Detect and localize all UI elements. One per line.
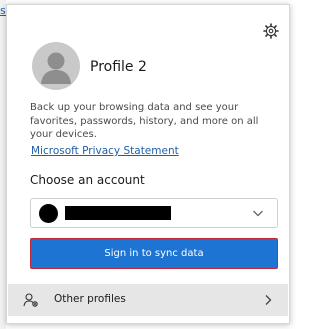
sign-in-button[interactable]: Sign in to sync data bbox=[30, 238, 278, 269]
default-avatar-icon bbox=[32, 42, 80, 90]
profile-flyout: Profile 2 Back up your browsing data and… bbox=[6, 4, 290, 324]
other-profiles-row[interactable]: Other profiles bbox=[8, 284, 288, 316]
account-avatar-icon bbox=[39, 204, 58, 223]
account-name-redacted bbox=[65, 206, 171, 220]
profile-name: Profile 2 bbox=[90, 59, 147, 75]
privacy-statement-link[interactable]: Microsoft Privacy Statement bbox=[31, 145, 179, 157]
profiles-icon bbox=[23, 293, 38, 307]
other-profiles-label: Other profiles bbox=[54, 293, 126, 305]
chevron-down-icon bbox=[253, 210, 263, 217]
gear-icon[interactable] bbox=[263, 23, 279, 39]
account-dropdown[interactable] bbox=[30, 198, 278, 228]
choose-account-label: Choose an account bbox=[30, 173, 145, 187]
sync-description: Back up your browsing data and see your … bbox=[30, 102, 259, 140]
chevron-right-icon bbox=[265, 295, 272, 305]
